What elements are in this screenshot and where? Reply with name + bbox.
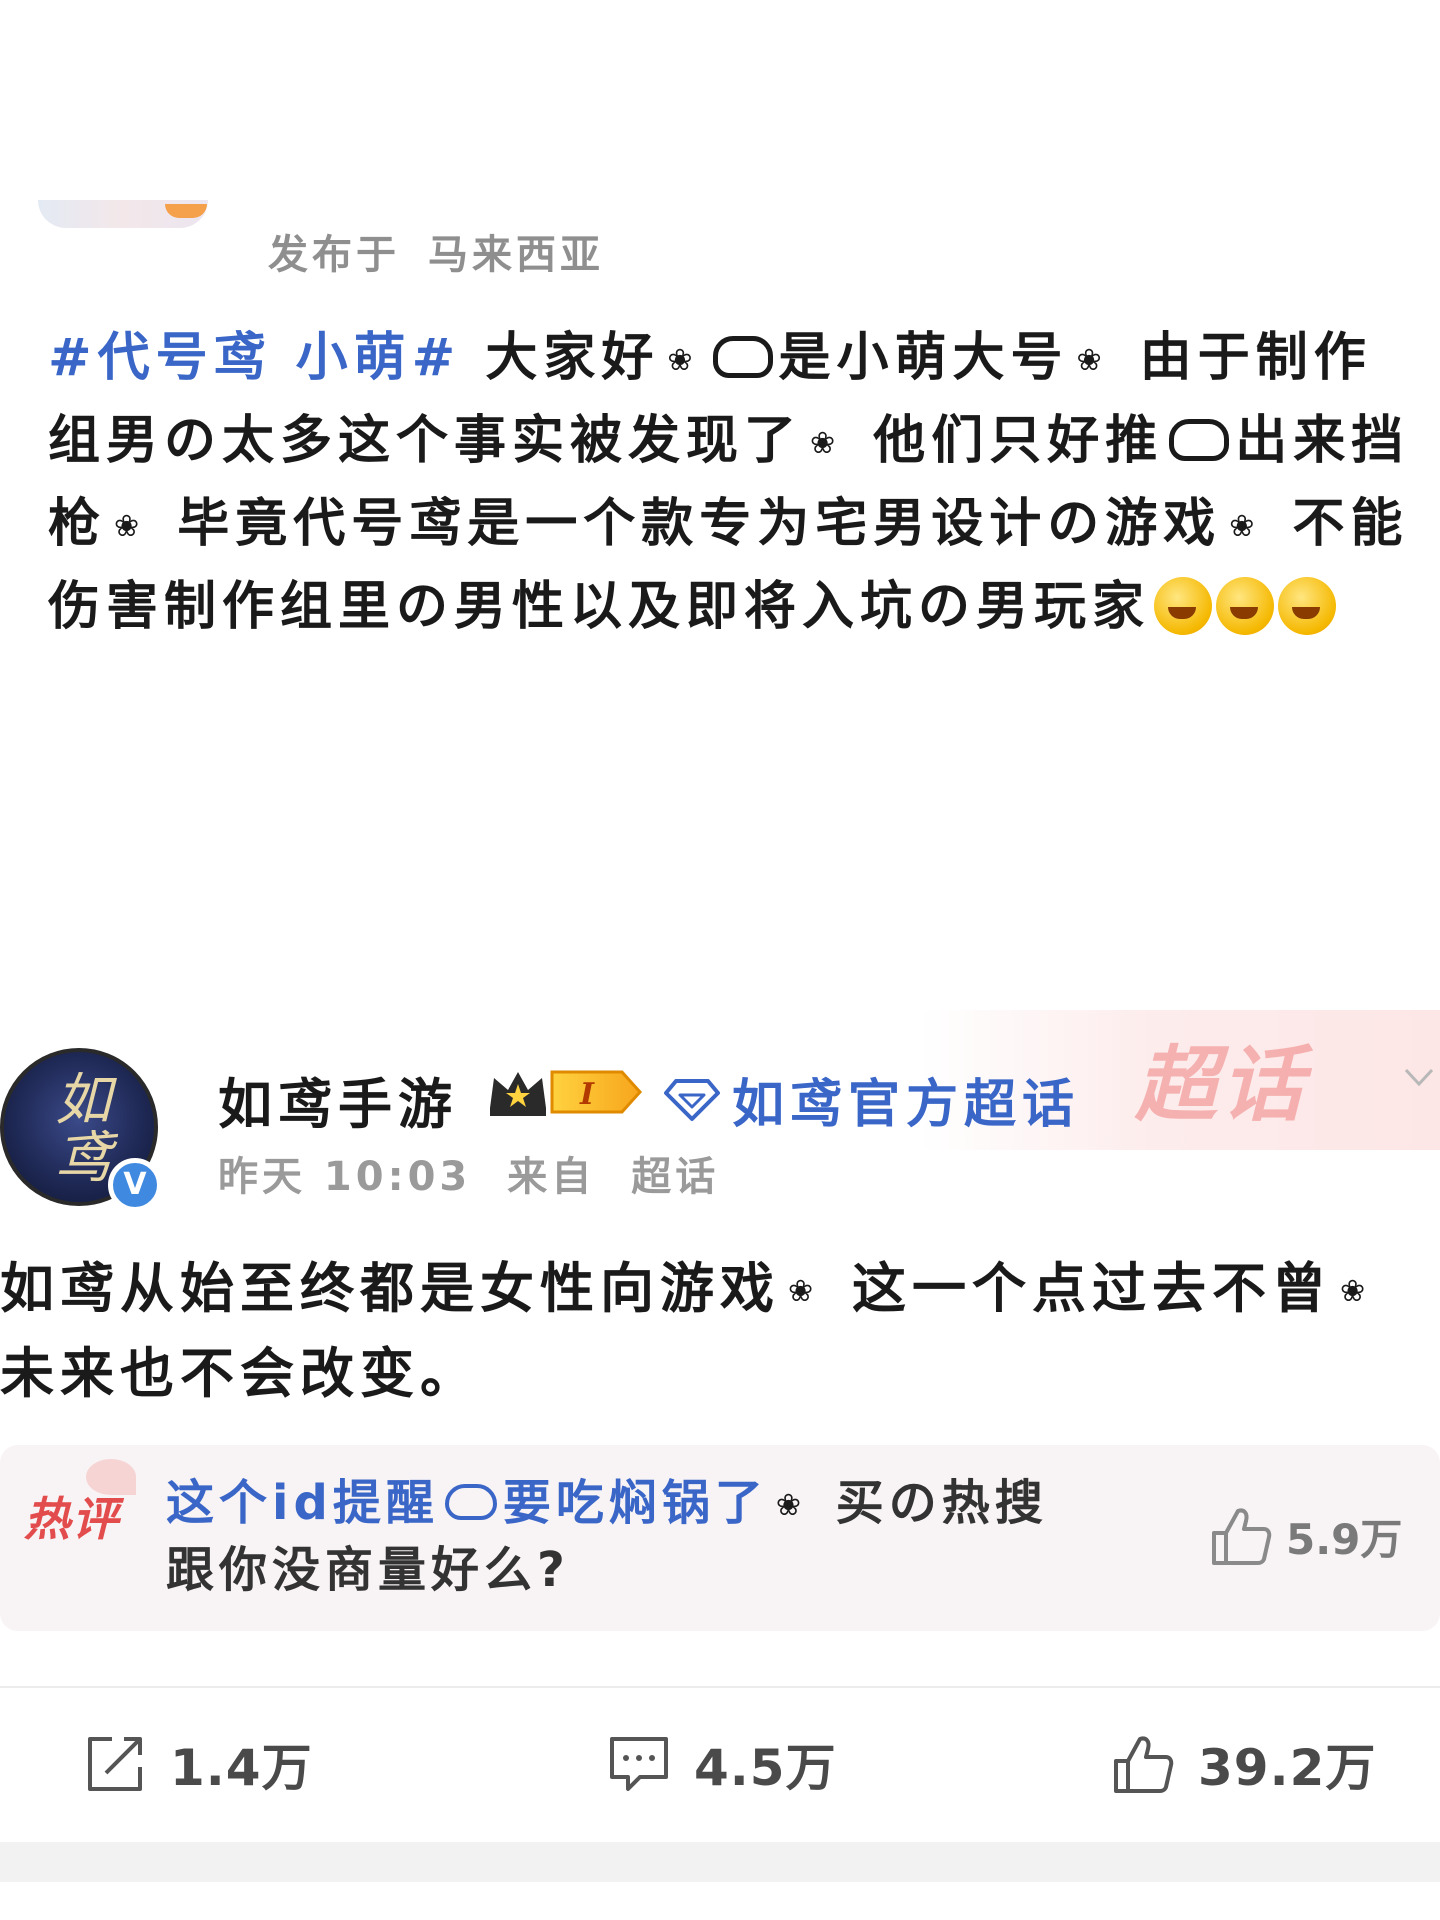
crown-level-badge-icon[interactable]: I: [484, 1064, 644, 1120]
level-text: I: [579, 1077, 595, 1112]
supertopic-label: 如鸢官方超话: [732, 1075, 1081, 1135]
like-button[interactable]: 39.2万: [1110, 1728, 1376, 1800]
comment-user-name-tail[interactable]: 要吃焖锅了: [503, 1475, 768, 1531]
post-text-segment: 他们只好推: [849, 411, 1164, 471]
cat-face-icon: [1169, 419, 1230, 461]
post-text-segment: 是小萌大号: [778, 328, 1069, 388]
thumbs-up-icon: [1114, 1736, 1174, 1793]
paw-icon: ❀: [1229, 509, 1261, 544]
paw-icon: ❀: [775, 1488, 806, 1523]
thumbs-up-icon: [1212, 1508, 1272, 1565]
comment-body: 跟你没商量好么?: [166, 1542, 570, 1598]
comment-user-name[interactable]: 这个id提醒: [166, 1475, 439, 1531]
post-location-meta: 发布于 马来西亚: [268, 222, 604, 280]
post-source-prefix: 来自: [507, 1154, 596, 1200]
repost-icon: [88, 1737, 142, 1791]
post-text-segment: 如鸢从始至终都是女性向游戏: [0, 1257, 780, 1320]
topic-link[interactable]: #代号鸢 小萌#: [48, 328, 461, 388]
chevron-down-icon[interactable]: [1402, 1060, 1436, 1094]
comment-count: 4.5万: [694, 1739, 837, 1797]
paw-icon: ❀: [788, 1274, 820, 1310]
post-text: #代号鸢 小萌# 大家好 ❀ 是小萌大号 ❀ 由于制作组男の太多这个事实被发现了 ❀ 他…: [48, 318, 1428, 647]
action-bar: 1.4万 4.5万 39.2万: [0, 1700, 1440, 1828]
paw-icon: ❀: [667, 343, 699, 378]
supertopic-watermark: 超话: [1135, 1038, 1307, 1133]
post-source[interactable]: 超话: [631, 1154, 719, 1200]
hot-comment-tag: 热评: [24, 1492, 120, 1546]
bottom-separator: [0, 1842, 1440, 1882]
supertopic-link[interactable]: 如鸢官方超话: [664, 1062, 1080, 1137]
like-count: 39.2万: [1198, 1739, 1377, 1797]
comment-like-count: 5.9万: [1286, 1514, 1403, 1564]
paw-icon: ❀: [114, 509, 146, 544]
post-meta: 昨天 10:03 来自 超话: [218, 1144, 719, 1202]
post-text: 如鸢从始至终都是女性向游戏 ❀ 这一个点过去不曾 ❀ 未来也不会改变。: [0, 1248, 1420, 1415]
hot-comment[interactable]: 热评 这个id提醒 要吃焖锅了 ❀ 买の热搜跟你没商量好么? 5.9万: [0, 1445, 1440, 1631]
post-text-segment: 未来也不会改变。: [0, 1342, 480, 1406]
comment-icon: [610, 1737, 668, 1791]
cat-face-icon: [712, 336, 773, 378]
repost-button[interactable]: 1.4万: [82, 1728, 313, 1800]
post-text-segment: 这一个点过去不曾: [827, 1257, 1332, 1320]
repost-count: 1.4万: [170, 1739, 313, 1797]
comment-body: 买の热搜: [813, 1475, 1048, 1531]
post-text-segment: 毕竟代号鸢是一个款专为宅男设计の游戏: [153, 494, 1222, 554]
diamond-icon: [664, 1078, 720, 1121]
location-prefix: 发布于: [268, 232, 400, 278]
paw-icon: ❀: [1339, 1274, 1372, 1310]
paw-icon: ❀: [810, 426, 842, 461]
verified-badge-icon: V: [108, 1158, 162, 1212]
comment-text: 这个id提醒 要吃焖锅了 ❀ 买の热搜跟你没商量好么?: [166, 1471, 1116, 1602]
paw-icon: ❀: [1076, 343, 1108, 378]
divider: [0, 1686, 1440, 1688]
dizzy-emoji-icon: [1278, 577, 1337, 635]
post-time: 昨天 10:03: [218, 1154, 472, 1200]
dizzy-emoji-icon: [1154, 577, 1213, 635]
user-name[interactable]: 如鸢手游: [218, 1060, 458, 1139]
comment-like-button[interactable]: 5.9万: [1208, 1503, 1402, 1569]
location-name: 马来西亚: [428, 232, 604, 278]
post-text-segment: 大家好: [461, 328, 660, 388]
comment-button[interactable]: 4.5万: [606, 1728, 837, 1800]
weibo-screenshot: 发布于 马来西亚 #代号鸢 小萌# 大家好 ❀ 是小萌大号 ❀ 由于制作组男の太多这个事…: [0, 0, 1440, 1920]
cat-face-icon: [444, 1484, 497, 1520]
dizzy-emoji-icon: [1216, 577, 1275, 635]
